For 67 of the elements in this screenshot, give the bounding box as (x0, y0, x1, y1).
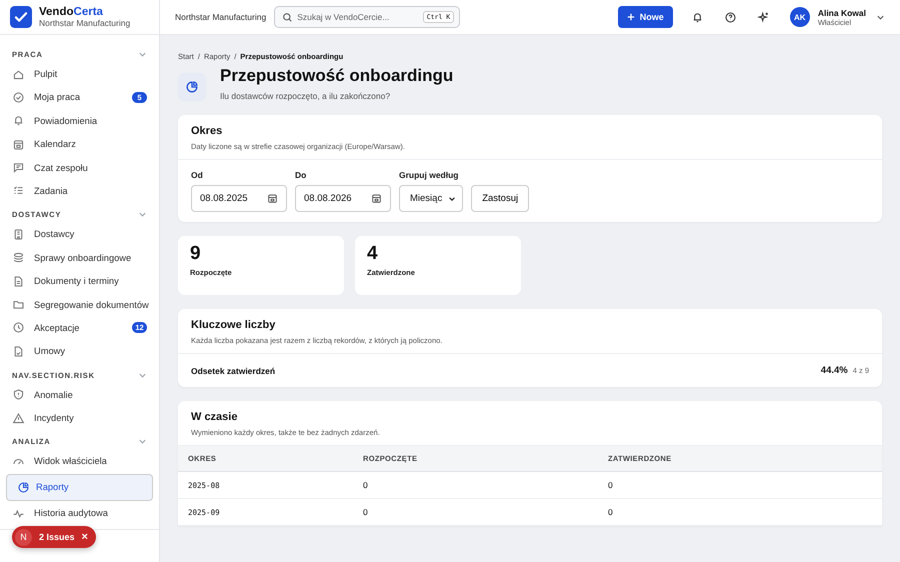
nav-item[interactable]: Historia audytowa (6, 502, 153, 524)
table-cell: 0 (353, 498, 598, 526)
user-avatar[interactable]: AK (790, 7, 810, 27)
nav-item[interactable]: Powiadomienia (6, 110, 153, 132)
nav-item[interactable]: Dostawcy (6, 223, 153, 246)
table-cell: 0 (598, 472, 882, 498)
activity-icon (12, 506, 25, 520)
table-cell: 0 (598, 498, 882, 526)
nav-item[interactable]: Incydenty (6, 407, 153, 430)
page-title: Przepustowość onboardingu (220, 66, 454, 86)
card-title: Kluczowe liczby (191, 319, 276, 331)
close-icon[interactable]: × (82, 531, 88, 543)
logo-icon (10, 6, 32, 28)
group-select[interactable]: Miesiąc (399, 185, 464, 212)
pie-chart-icon (17, 480, 30, 494)
nav-item[interactable]: Zadania (6, 180, 153, 202)
page-subtitle: Ilu dostawców rozpoczęto, a ilu zakończono? (220, 91, 392, 101)
calendar-icon[interactable] (267, 193, 278, 204)
nav-item[interactable]: Raporty (6, 474, 153, 501)
brand-name: VendoCerta (39, 6, 104, 18)
stack-icon (12, 251, 25, 264)
nav-item[interactable]: Widok właściciela (6, 450, 153, 472)
calendar-icon (12, 138, 25, 151)
nav-item[interactable]: Sprawy onboardingowe (6, 246, 153, 269)
metric-value: 44.4% (820, 365, 848, 376)
sparkle-icon[interactable] (756, 10, 770, 24)
apply-button[interactable]: Zastosuj (471, 185, 530, 212)
field-label: Grupuj według (399, 170, 460, 180)
organization-name: Northstar Manufacturing (175, 12, 266, 22)
shield-icon (12, 388, 25, 402)
field-label: Od (191, 170, 204, 180)
document-check-icon (12, 344, 25, 358)
user-name: Alina Kowal (818, 8, 866, 18)
chevron-icon (448, 194, 456, 202)
card-title: W czasie (191, 411, 238, 423)
building-icon (12, 228, 25, 241)
warning-icon (12, 412, 25, 425)
chat-icon (12, 161, 25, 174)
document-icon (12, 274, 25, 288)
help-icon[interactable] (724, 10, 737, 24)
chart-pie-icon (178, 73, 206, 101)
nav-item[interactable]: Segregowanie dokumentów (6, 294, 153, 316)
date-field[interactable]: 08.08.2025 (191, 185, 287, 212)
new-button[interactable]: Nowe (618, 6, 673, 28)
nav-item[interactable]: Anomalie (6, 384, 153, 406)
nav-item[interactable]: Kalendarz (6, 133, 153, 156)
stat-value: 9 (190, 243, 202, 265)
folder-icon (12, 298, 25, 312)
search-icon (282, 12, 294, 22)
nav-item[interactable]: Umowy (6, 340, 153, 362)
nav-item[interactable]: Czat zespołu (6, 156, 153, 179)
card-title: Okres (191, 125, 224, 137)
check-circle-icon (12, 90, 25, 104)
organization-name: Northstar Manufacturing (39, 18, 130, 28)
calendar-icon[interactable] (371, 193, 382, 204)
field-label: Do (295, 170, 308, 180)
n-badge: N (15, 528, 32, 546)
date-field[interactable]: 08.08.2026 (295, 185, 391, 212)
table-cell: 0 (353, 472, 598, 498)
nav-item[interactable]: Dokumenty i terminy (6, 270, 153, 292)
clock-icon (12, 321, 25, 334)
stat-value: 4 (367, 243, 379, 265)
plus-icon (626, 13, 635, 21)
metric-label: Odsetek zatwierdzeń (191, 366, 276, 376)
bell-icon (12, 114, 25, 128)
nav-item[interactable]: Pulpit (6, 63, 153, 85)
issues-badge[interactable]: N 2 Issues × (12, 526, 96, 548)
